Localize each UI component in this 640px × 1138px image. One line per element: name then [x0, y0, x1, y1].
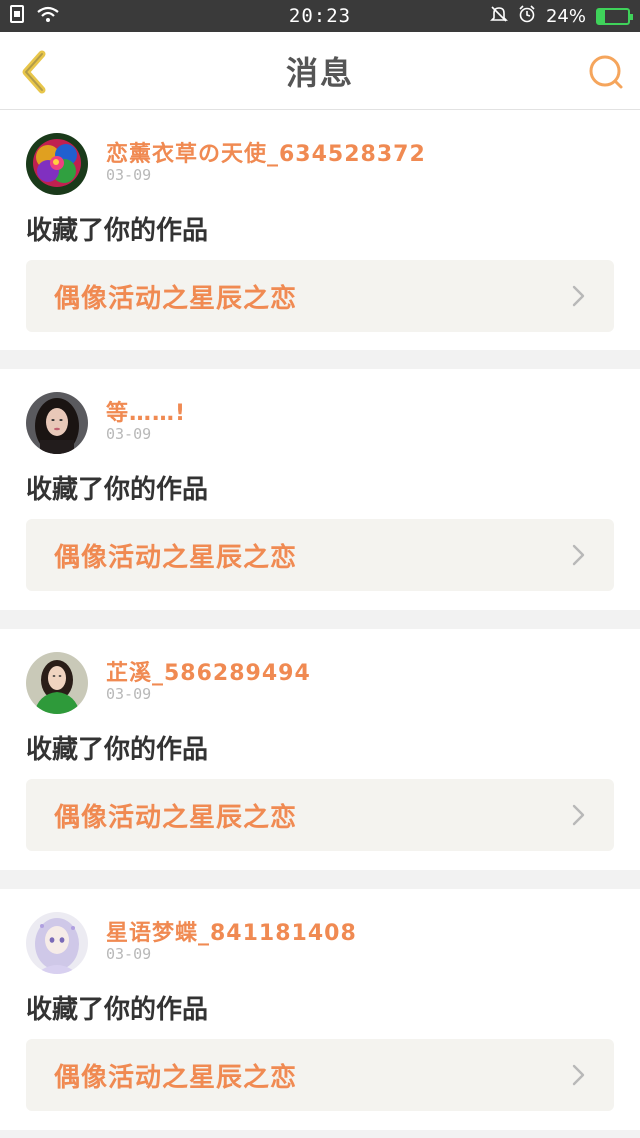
- message-date: 03-09: [106, 945, 152, 963]
- sim-icon: [10, 5, 26, 27]
- message-item: 芷溪_586289494 03-09 收藏了你的作品 偶像活动之星辰之恋: [0, 629, 640, 870]
- status-time: 20:23: [288, 5, 352, 27]
- work-link[interactable]: 偶像活动之星辰之恋: [26, 519, 614, 591]
- back-button[interactable]: [14, 50, 54, 94]
- message-date: 03-09: [106, 166, 152, 184]
- work-link[interactable]: 偶像活动之星辰之恋: [26, 779, 614, 851]
- status-bar: 20:23 24%: [0, 0, 640, 32]
- bell-muted-icon: [490, 5, 508, 27]
- action-text: 收藏了你的作品: [26, 216, 209, 246]
- battery-percent: 24%: [545, 5, 586, 27]
- message-item: 星语梦蝶_841181408 03-09 收藏了你的作品 偶像活动之星辰之恋: [0, 889, 640, 1130]
- chevron-right-icon: [572, 804, 585, 826]
- anime-girl-avatar[interactable]: [26, 912, 88, 974]
- work-title: 偶像活动之星辰之恋: [54, 1062, 298, 1093]
- message-date: 03-09: [106, 685, 152, 703]
- work-title: 偶像活动之星辰之恋: [54, 542, 298, 573]
- chevron-right-icon: [572, 544, 585, 566]
- message-list: 恋薰衣草の天使_634528372 03-09 收藏了你的作品 偶像活动之星辰之…: [0, 110, 640, 1138]
- user-name[interactable]: 芷溪_586289494: [106, 655, 311, 687]
- wifi-icon: [36, 5, 60, 27]
- user-name[interactable]: 恋薰衣草の天使_634528372: [106, 136, 426, 168]
- work-title: 偶像活动之星辰之恋: [54, 283, 298, 314]
- top-navigation-bar: 消息: [0, 32, 640, 110]
- message-item: 恋薰衣草の天使_634528372 03-09 收藏了你的作品 偶像活动之星辰之…: [0, 110, 640, 350]
- portrait-green-jacket-avatar[interactable]: [26, 652, 88, 714]
- status-bar-right: 24%: [490, 5, 633, 27]
- alarm-icon: [518, 5, 536, 27]
- search-button[interactable]: [586, 52, 626, 92]
- message-item: 等……! 03-09 收藏了你的作品 偶像活动之星辰之恋: [0, 369, 640, 610]
- user-name[interactable]: 等……!: [106, 395, 186, 427]
- work-title: 偶像活动之星辰之恋: [54, 802, 298, 833]
- chevron-right-icon: [572, 285, 585, 307]
- action-text: 收藏了你的作品: [26, 475, 209, 505]
- battery-level-fill: [598, 9, 606, 23]
- work-link[interactable]: 偶像活动之星辰之恋: [26, 1039, 614, 1111]
- work-link[interactable]: 偶像活动之星辰之恋: [26, 260, 614, 332]
- action-text: 收藏了你的作品: [26, 735, 209, 765]
- status-bar-left: [10, 5, 60, 27]
- message-date: 03-09: [106, 425, 152, 443]
- portrait-dark-hair-avatar[interactable]: [26, 392, 88, 454]
- page-title: 消息: [285, 53, 354, 92]
- chevron-right-icon: [572, 1064, 585, 1086]
- search-icon: [589, 55, 623, 89]
- back-chevron-icon: [22, 50, 46, 94]
- action-text: 收藏了你的作品: [26, 995, 209, 1025]
- rainbow-rose-avatar[interactable]: [26, 133, 88, 195]
- battery-icon: [596, 7, 633, 25]
- user-name[interactable]: 星语梦蝶_841181408: [106, 915, 357, 947]
